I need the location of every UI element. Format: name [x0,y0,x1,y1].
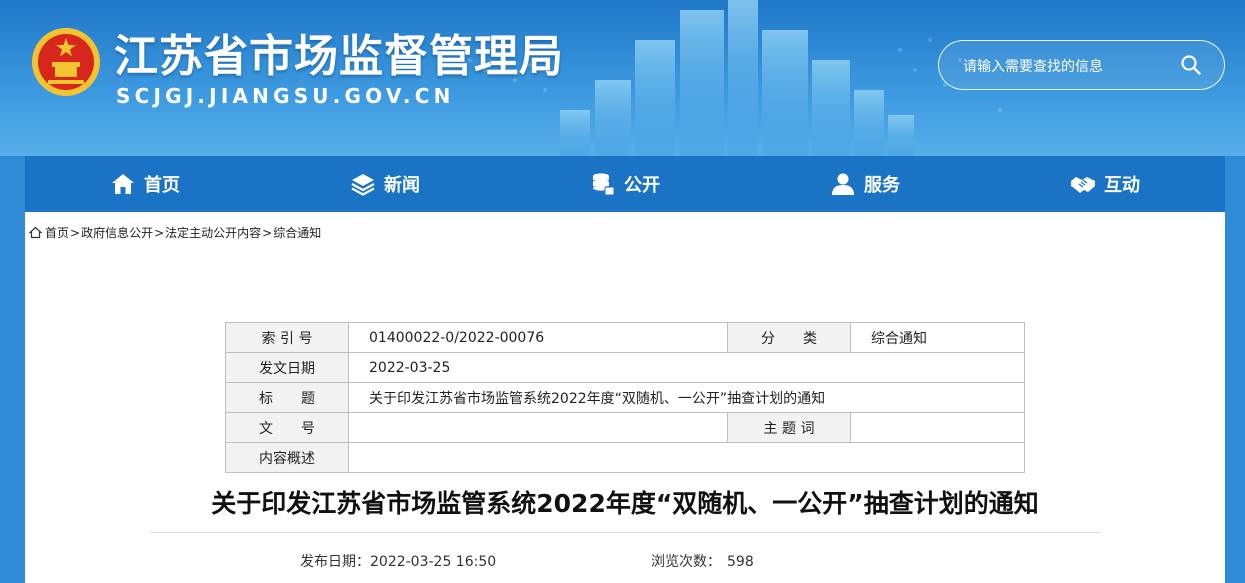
main-nav: 首页 新闻 公开 服务 互动 [25,156,1225,212]
title-divider [150,532,1100,533]
summary-value [348,442,1025,473]
layers-icon [351,174,375,196]
nav-label: 新闻 [384,175,420,196]
breadcrumb-notice[interactable]: 综合通知 [273,224,321,241]
nav-label: 互动 [1104,175,1140,196]
document-meta-table: 索 引 号 01400022-0/2022-00076 分 类 综合通知 发文日… [225,322,1025,473]
breadcrumb-statutory[interactable]: 法定主动公开内容 [165,224,261,241]
table-row: 索 引 号 01400022-0/2022-00076 分 类 综合通知 [225,322,1025,353]
handshake-icon [1071,177,1095,193]
category-value: 综合通知 [850,322,1025,353]
nav-label: 服务 [864,175,900,196]
user-icon [832,173,854,195]
breadcrumb-separator: > [262,225,273,240]
index-value: 01400022-0/2022-00076 [348,322,728,353]
breadcrumb-separator: > [154,225,165,240]
nav-label: 首页 [144,175,180,196]
table-row: 标 题 关于印发江苏省市场监管系统2022年度“双随机、一公开”抽查计划的通知 [225,382,1025,413]
publish-date-label: 发布日期： [300,554,370,570]
search-input[interactable]: 请输入需要查找的信息 [963,56,1103,76]
breadcrumb-separator: > [70,225,81,240]
view-count: 浏览次数： 598 [651,551,754,571]
nav-item-open[interactable]: 公开 [505,156,745,212]
subject-value [850,412,1025,443]
table-row: 发文日期 2022-03-25 [225,352,1025,383]
publish-date: 发布日期：2022-03-25 16:50 [300,551,496,571]
nav-item-service[interactable]: 服务 [745,156,985,212]
doc-no-label: 文 号 [225,412,349,443]
breadcrumb-home[interactable]: 首页 [45,224,69,241]
publish-date-value: 2022-03-25 16:50 [370,554,497,570]
national-emblem-icon [32,28,100,96]
site-title: 江苏省市场监督管理局 [114,31,564,82]
article-title: 关于印发江苏省市场监管系统2022年度“双随机、一公开”抽查计划的通知 [211,489,1039,518]
view-count-label: 浏览次数： [651,554,721,570]
subject-label: 主 题 词 [727,412,851,443]
nav-item-interaction[interactable]: 互动 [985,156,1225,212]
breadcrumb-gov-info[interactable]: 政府信息公开 [81,224,153,241]
table-row: 文 号 主 题 词 [225,412,1025,443]
doc-no-value [348,412,728,443]
home-icon [29,226,42,239]
title-value: 关于印发江苏省市场监管系统2022年度“双随机、一公开”抽查计划的通知 [348,382,1025,413]
view-count-value: 598 [727,554,754,570]
table-row: 内容概述 [225,442,1025,473]
breadcrumb: 首页 > 政府信息公开 > 法定主动公开内容 > 综合通知 [29,224,321,241]
date-value: 2022-03-25 [348,352,1025,383]
nav-item-home[interactable]: 首页 [25,156,265,212]
summary-label: 内容概述 [225,442,349,473]
search-icon[interactable] [1180,54,1202,76]
content-area: 首页 > 政府信息公开 > 法定主动公开内容 > 综合通知 索 引 号 0140… [25,212,1225,583]
search-box[interactable]: 请输入需要查找的信息 [938,40,1225,90]
title-label: 标 题 [225,382,349,413]
category-label: 分 类 [727,322,851,353]
date-label: 发文日期 [225,352,349,383]
database-icon [593,173,615,196]
nav-item-news[interactable]: 新闻 [265,156,505,212]
index-label: 索 引 号 [225,322,349,353]
home-icon [112,174,134,194]
nav-label: 公开 [624,175,660,196]
site-header: 江苏省市场监督管理局 SCJGJ.JIANGSU.GOV.CN 请输入需要查找的… [0,0,1245,156]
site-domain: SCJGJ.JIANGSU.GOV.CN [116,84,455,108]
